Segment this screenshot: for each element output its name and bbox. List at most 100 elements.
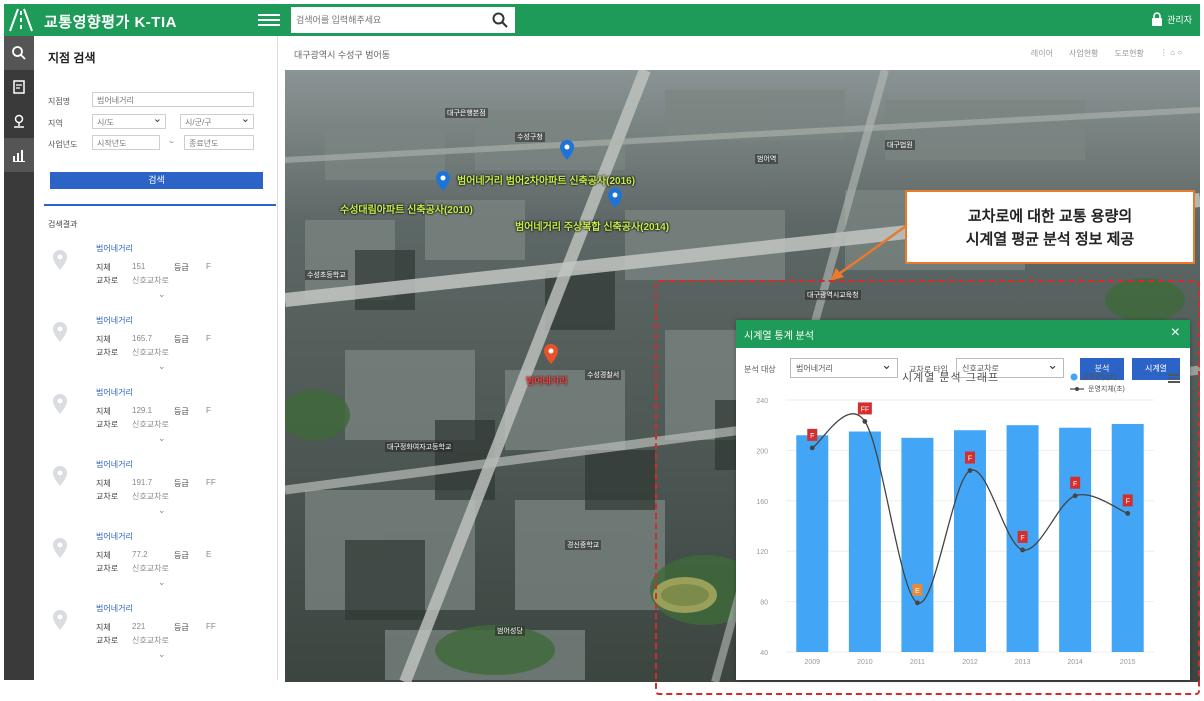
rail-document-button[interactable] <box>4 70 34 104</box>
city-select[interactable]: 시/도 <box>92 112 166 129</box>
chevron-down-icon[interactable]: ⌄ <box>158 289 166 300</box>
list-item[interactable]: 범어네거리 지체 151 등급 F 교차로 신호교차로 ⌄ <box>48 242 268 312</box>
road-status-tool-button[interactable]: 도로현황 <box>1114 48 1143 59</box>
legend-volume-label: 교통량(vph) <box>1082 374 1118 381</box>
y-tick-label: 240 <box>756 398 768 405</box>
location-pin-icon[interactable] <box>435 171 451 191</box>
name-field[interactable]: 범어네거리 <box>92 92 254 107</box>
project-label[interactable]: 범어네거리 주상복합 신축공사(2014) <box>515 218 669 233</box>
delay-value: 151 <box>132 262 146 271</box>
list-item[interactable]: 범어네거리 지체 129.1 등급 F 교차로 신호교차로 ⌄ <box>48 386 268 456</box>
data-point <box>1020 547 1025 553</box>
data-point <box>1072 493 1078 499</box>
grade-key: 등급 <box>174 479 189 488</box>
delay-key: 지체 <box>96 335 111 344</box>
search-button[interactable]: 검색 <box>50 172 263 189</box>
admin-menu[interactable]: 관리자 <box>1151 12 1192 26</box>
year-end-field[interactable]: 종료년도 <box>184 135 254 150</box>
data-point <box>915 600 920 606</box>
result-title[interactable]: 범어네거리 <box>96 459 133 470</box>
location-pin-icon[interactable] <box>559 140 575 160</box>
rail-location-button[interactable] <box>4 104 34 138</box>
intersection-key: 교차로 <box>96 348 119 357</box>
project-status-tool-button[interactable]: 사업현황 <box>1069 48 1098 59</box>
chevron-down-icon[interactable]: ⌄ <box>158 577 166 588</box>
menu-icon[interactable] <box>258 11 280 29</box>
grade-value: FF <box>206 478 216 487</box>
poi-label: 대구은행본점 <box>445 108 488 118</box>
rail-stats-button[interactable] <box>4 138 34 172</box>
list-item[interactable]: 범어네거리 지체 221 등급 FF 교차로 신호교차로 ⌄ <box>48 602 268 672</box>
search-icon[interactable] <box>491 11 509 29</box>
list-item[interactable]: 범어네거리 지체 77.2 등급 E 교차로 신호교차로 ⌄ <box>48 530 268 600</box>
bar <box>901 437 934 652</box>
y-tick-label: 80 <box>760 600 768 607</box>
target-select[interactable]: 범어네거리 <box>790 357 898 378</box>
chevron-down-icon[interactable]: ⌄ <box>158 649 166 660</box>
result-title[interactable]: 범어네거리 <box>96 603 133 614</box>
x-tick-label: 2013 <box>1015 659 1031 666</box>
search-input[interactable] <box>296 11 484 29</box>
chevron-down-icon[interactable]: ⌄ <box>158 361 166 372</box>
grade-label: FF <box>861 406 870 413</box>
grade-label: F <box>1126 498 1130 505</box>
intersection-value: 신호교차로 <box>132 276 169 285</box>
location-pin-icon[interactable] <box>607 188 623 208</box>
selected-pin-icon[interactable] <box>543 344 559 364</box>
result-title[interactable]: 범어네거리 <box>96 243 133 254</box>
grade-key: 등급 <box>174 335 189 344</box>
grade-key: 등급 <box>174 407 189 416</box>
poi-label: 대구법원 <box>885 140 915 150</box>
grade-value: FF <box>206 622 216 631</box>
icon-rail <box>4 36 34 680</box>
result-title[interactable]: 범어네거리 <box>96 387 133 398</box>
document-edit-icon <box>13 80 25 94</box>
result-title[interactable]: 범어네거리 <box>96 315 133 326</box>
list-item[interactable]: 범어네거리 지체 165.7 등급 F 교차로 신호교차로 ⌄ <box>48 314 268 384</box>
map-pin-icon <box>53 610 67 630</box>
project-label[interactable]: 수성대림아파트 신축공사(2010) <box>340 201 473 216</box>
callout-arrow-icon <box>830 224 907 281</box>
delay-value: 77.2 <box>132 550 148 559</box>
result-title[interactable]: 범어네거리 <box>96 531 133 542</box>
map-pin-icon <box>53 394 67 414</box>
selected-intersection-label[interactable]: 범어네거리 <box>526 374 567 387</box>
chevron-down-icon[interactable]: ⌄ <box>158 433 166 444</box>
legend-volume[interactable]: 교통량(vph) <box>1070 372 1117 382</box>
grade-value: F <box>206 334 211 343</box>
intersection-value: 신호교차로 <box>132 636 169 645</box>
search-bar[interactable] <box>291 7 515 33</box>
district-select[interactable]: 시/군/구 <box>180 112 254 129</box>
target-label: 분석 대상 <box>744 365 776 374</box>
chart-title: 시계열 분석 그래프 <box>902 372 1000 384</box>
x-tick-label: 2010 <box>857 659 873 666</box>
project-label[interactable]: 범어네거리 범어2차아파트 신축공사(2016) <box>457 172 635 187</box>
rail-search-button[interactable] <box>4 36 34 70</box>
more-tools-icon[interactable]: ⋮ ⌂ ○ <box>1160 48 1182 59</box>
poi-label: 경신중학교 <box>565 540 602 550</box>
region-label: 지역 <box>48 119 63 128</box>
chart-menu-icon[interactable] <box>1168 372 1180 383</box>
bar <box>1111 423 1144 652</box>
dialog-title: 시계열 통계 분석 <box>744 331 814 342</box>
poi-label: 범어역 <box>755 154 779 164</box>
year-start-field[interactable]: 시작년도 <box>92 135 160 150</box>
intersection-key: 교차로 <box>96 564 119 573</box>
intersection-key: 교차로 <box>96 420 119 429</box>
bar <box>848 431 881 652</box>
annotation-callout: 교차로에 대한 교통 용량의 시계열 평균 분석 정보 제공 <box>905 190 1195 264</box>
grade-label: F <box>968 456 972 463</box>
callout-line-1: 교차로에 대한 교통 용량의 <box>967 208 1133 225</box>
top-bar: 교통영향평가 K-TIA 관리자 <box>4 4 1200 36</box>
x-tick-label: 2015 <box>1120 659 1136 666</box>
year-label: 사업년도 <box>48 140 78 149</box>
intersection-key: 교차로 <box>96 636 119 645</box>
delay-value: 221 <box>132 622 146 631</box>
breadcrumb: 대구광역시 수성구 범어동 <box>294 50 391 60</box>
chevron-down-icon[interactable]: ⌄ <box>158 505 166 516</box>
layer-tool-button[interactable]: 레이어 <box>1031 48 1053 59</box>
grade-value: F <box>206 406 211 415</box>
close-icon[interactable]: × <box>1171 325 1180 341</box>
list-item[interactable]: 범어네거리 지체 191.7 등급 FF 교차로 신호교차로 ⌄ <box>48 458 268 528</box>
map-pin-icon <box>53 250 67 270</box>
